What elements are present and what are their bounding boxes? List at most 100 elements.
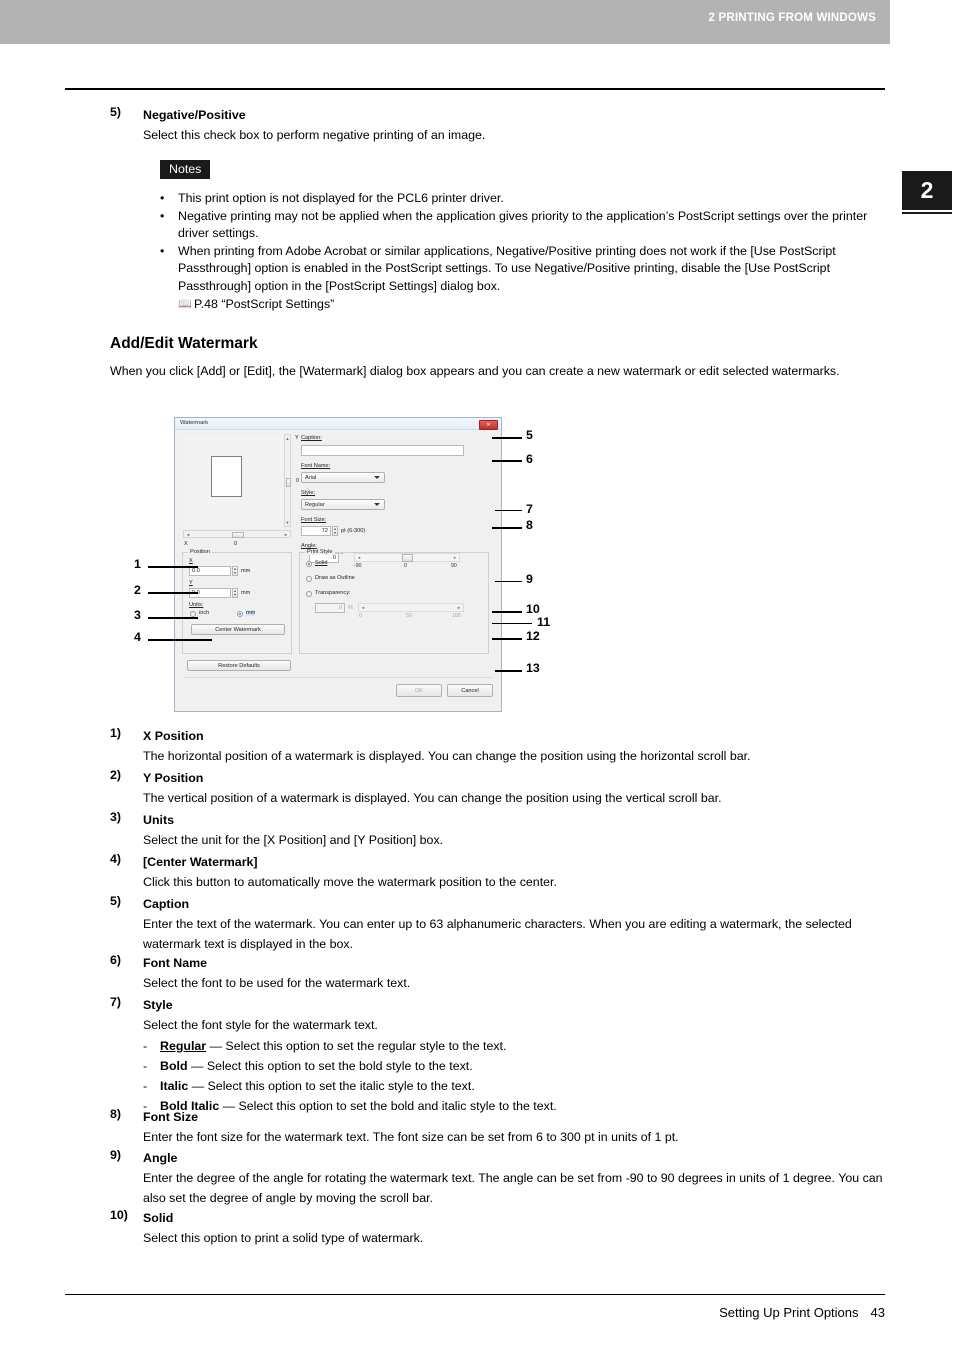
bullet-icon: • [160, 208, 165, 223]
vertical-scrollbar[interactable]: ▲ ▼ [284, 434, 291, 527]
list-item-8: 8) Font Size Enter the font size for the… [110, 1107, 890, 1147]
list-item-2: 2) Y Position The vertical position of a… [110, 768, 890, 808]
font-name-label: Font Name: [301, 463, 331, 469]
style-select[interactable]: Regular [301, 499, 385, 510]
callout-12: 12 [526, 629, 540, 643]
list-item-1-title: X Position [143, 729, 204, 743]
cancel-button[interactable]: Cancel [447, 684, 493, 697]
callout-line-4 [148, 639, 212, 641]
bullet-icon: • [160, 243, 165, 258]
transparency-slider[interactable]: ◄ ► [358, 603, 464, 612]
list-item-5-desc: Enter the text of the watermark. You can… [143, 917, 852, 951]
units-label: Units: [189, 602, 204, 608]
scroll-left-icon[interactable]: ◄ [184, 531, 192, 537]
list-item-2-title: Y Position [143, 771, 204, 785]
chapter-tab: 2 [902, 171, 952, 210]
dialog-right-column: Caption: Font Name: Arial Style: Regular… [299, 431, 494, 676]
print-style-solid-label[interactable]: Solid [315, 560, 327, 566]
callout-line-3 [148, 617, 198, 619]
dialog-separator [183, 677, 493, 678]
list-item-7: 7) Style Select the font style for the w… [110, 995, 890, 1116]
transparency-slider-left-arrow-icon[interactable]: ◄ [359, 604, 367, 611]
transparency-input[interactable]: 0 [315, 603, 345, 613]
list-item-7-marker: 7) [110, 995, 122, 1009]
list-item-7-title: Style [143, 998, 173, 1012]
watermark-preview-pane [183, 434, 283, 527]
list-item-6-desc: Select the font to be used for the water… [143, 976, 411, 990]
list-item-10-desc: Select this option to print a solid type… [143, 1231, 424, 1245]
callout-line-2 [148, 592, 198, 594]
position-x-spinner[interactable]: ▲ ▼ [232, 566, 238, 576]
scroll-down-icon[interactable]: ▼ [285, 519, 290, 526]
close-icon[interactable]: ✕ [479, 419, 498, 430]
callout-line-12 [492, 638, 522, 640]
scroll-up-icon[interactable]: ▲ [285, 435, 290, 442]
print-style-transparency-label[interactable]: Transparency: [315, 590, 351, 596]
chapter-tab-underline [902, 212, 952, 214]
units-mm-label[interactable]: mm [246, 610, 256, 616]
font-size-spinner[interactable]: ▲ ▼ [332, 526, 338, 536]
chevron-down-icon[interactable] [374, 503, 380, 506]
intro-item-desc: Select this check box to perform negativ… [143, 128, 486, 142]
scroll-right-icon[interactable]: ► [282, 531, 290, 537]
chevron-down-icon[interactable] [374, 476, 380, 479]
list-item-1: 1) X Position The horizontal position of… [110, 726, 890, 766]
callout-6: 6 [526, 452, 533, 466]
font-name-select[interactable]: Arial [301, 472, 385, 483]
font-size-input[interactable]: 72 [301, 526, 331, 536]
dash-marker: - [143, 1079, 148, 1093]
footer-page-number: 43 [870, 1305, 885, 1320]
callout-3: 3 [134, 608, 141, 622]
note-reference-text: P.48 “PostScript Settings” [194, 297, 335, 311]
style-term: Regular [160, 1039, 207, 1053]
note-item: • This print option is not displayed for… [160, 190, 882, 208]
note-text-body: When printing from Adobe Acrobat or simi… [178, 243, 836, 293]
list-item-6: 6) Font Name Select the font to be used … [110, 953, 890, 993]
page-top-rule [65, 88, 885, 90]
dash-marker: - [143, 1039, 148, 1053]
list-item-1-marker: 1) [110, 726, 122, 740]
list-item-3: 3) Units Select the unit for the [X Posi… [110, 810, 890, 850]
list-item-9-desc: Enter the degree of the angle for rotati… [143, 1171, 883, 1205]
note-text: This print option is not displayed for t… [178, 191, 504, 205]
transparency-unit: % [348, 605, 353, 611]
list-item-10-marker: 10) [110, 1208, 128, 1222]
vertical-scroll-thumb[interactable] [285, 478, 291, 487]
units-mm-radio[interactable] [237, 611, 243, 617]
style-desc: — Select this option to set the italic s… [191, 1079, 475, 1093]
style-sublist-item: - Bold — Select this option to set the b… [143, 1056, 890, 1076]
position-y-spinner[interactable]: ▲ ▼ [232, 588, 238, 598]
print-style-outline-label[interactable]: Draw as Outline [315, 575, 355, 581]
print-style-transparency-radio[interactable] [306, 591, 312, 597]
intro-item-title: Negative/Positive [143, 108, 246, 122]
transparency-slider-right-arrow-icon[interactable]: ► [455, 604, 463, 611]
print-style-outline-radio[interactable] [306, 576, 312, 582]
list-item-3-marker: 3) [110, 810, 122, 824]
list-item-5-title: Caption [143, 897, 190, 911]
callout-line-9 [495, 581, 522, 582]
position-y-label: Y [189, 580, 193, 586]
section-heading: Add/Edit Watermark [110, 335, 258, 352]
position-y-unit: mm [241, 590, 251, 596]
horizontal-scrollbar[interactable]: ◄ ► [183, 530, 291, 538]
style-sublist: - Regular — Select this option to set th… [143, 1036, 890, 1116]
style-sublist-text: Italic — Select this option to set the i… [160, 1076, 475, 1096]
caption-input[interactable] [301, 445, 464, 456]
watermark-dialog-screenshot: Watermark ✕ ▲ ▼ Y 0 ◄ ► X 0 Position X 0… [174, 417, 502, 712]
book-icon: 📖 [178, 298, 192, 310]
style-term: Italic [160, 1079, 189, 1093]
print-style-solid-radio[interactable] [306, 561, 312, 567]
print-style-group: Print Style Solid Draw as Outline Transp… [299, 549, 489, 654]
callout-line-7 [495, 510, 522, 511]
list-item-8-title: Font Size [143, 1110, 199, 1124]
center-watermark-button[interactable]: Center Watermark [191, 624, 285, 635]
style-desc: — Select this option to set the bold sty… [190, 1059, 473, 1073]
ok-button[interactable]: OK [396, 684, 442, 697]
horizontal-scroll-thumb[interactable] [232, 531, 244, 538]
list-item-6-marker: 6) [110, 953, 122, 967]
list-item-8-marker: 8) [110, 1107, 122, 1121]
restore-defaults-button[interactable]: Restore Defaults [187, 660, 291, 671]
font-size-label: Font Size: [301, 517, 327, 523]
style-value: Regular [305, 502, 325, 508]
units-inch-label[interactable]: inch [199, 610, 209, 616]
